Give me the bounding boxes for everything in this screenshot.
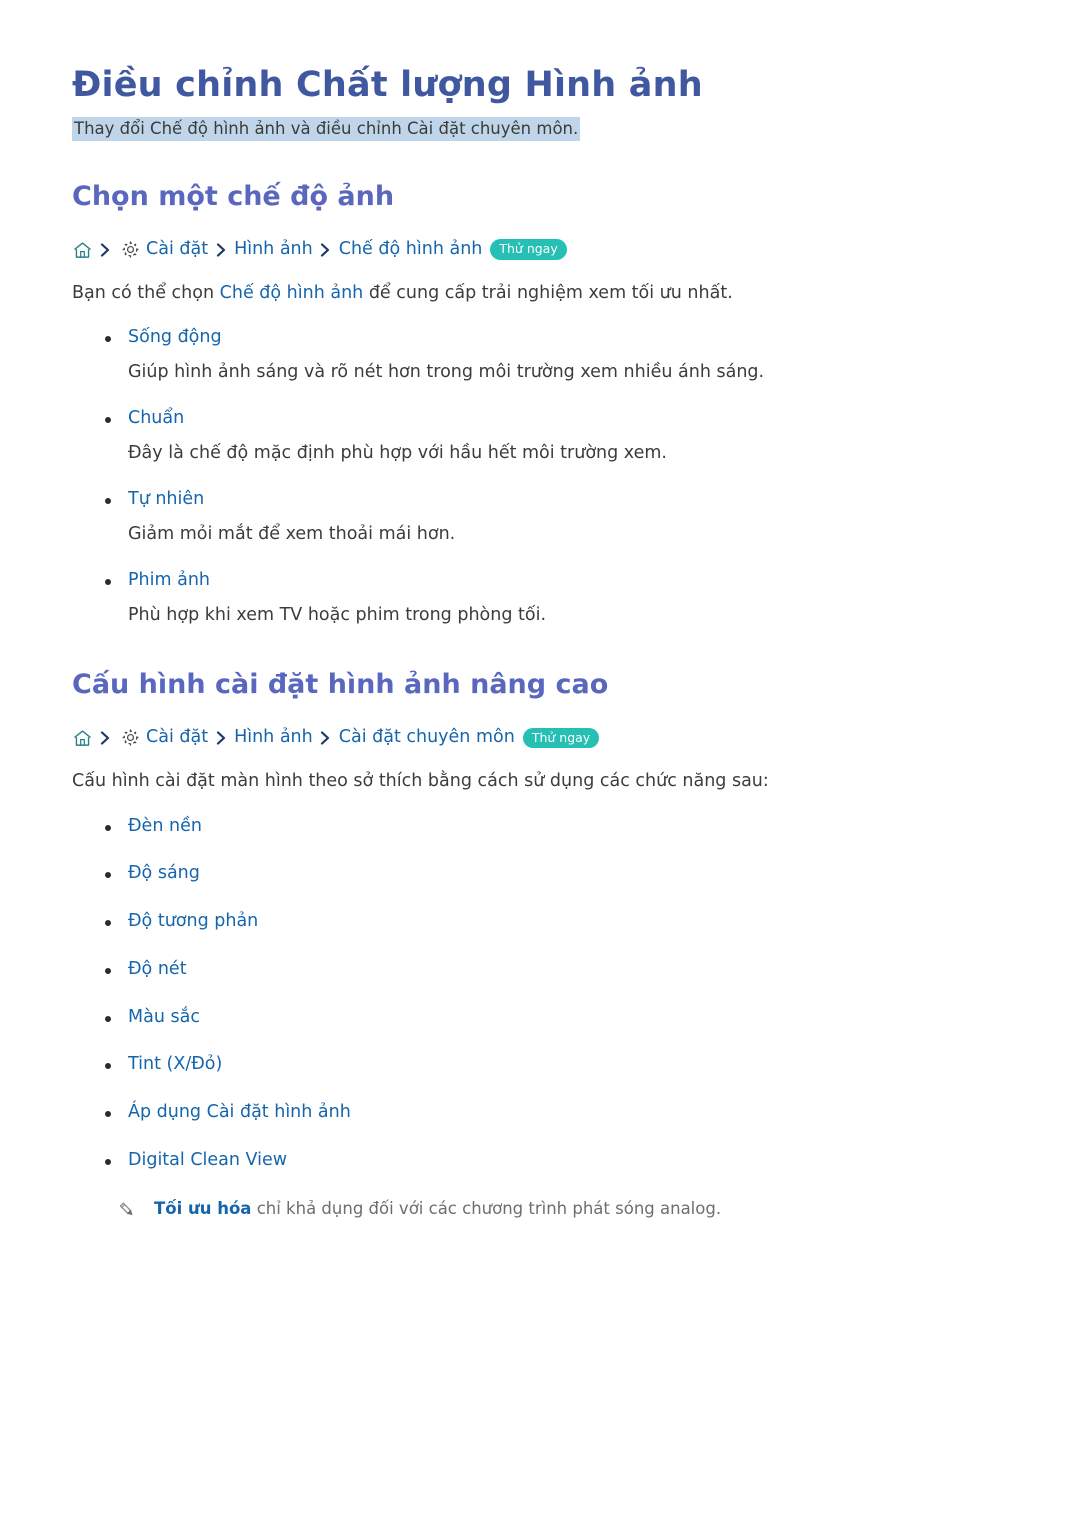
note-body: chỉ khả dụng đối với các chương trình ph…	[251, 1198, 722, 1218]
breadcrumb-item-picture-mode[interactable]: Chế độ hình ảnh	[339, 240, 483, 259]
intro-text-after: để cung cấp trải nghiệm xem tối ưu nhất.	[363, 283, 733, 304]
breadcrumb-item-settings[interactable]: Cài đặt	[146, 729, 208, 747]
intro-text-before: Bạn có thể chọn	[72, 283, 220, 304]
chevron-right-icon	[98, 730, 112, 746]
breadcrumb-item-picture[interactable]: Hình ảnh	[234, 729, 313, 747]
list-item-term[interactable]: Sống động	[122, 326, 222, 350]
list-item-label[interactable]: Độ nét	[122, 958, 187, 981]
list-item-label[interactable]: Áp dụng Cài đặt hình ảnh	[122, 1101, 351, 1124]
bullet-icon	[72, 824, 122, 831]
bullet-icon	[72, 498, 122, 505]
section-intro-paragraph: Cấu hình cài đặt màn hình theo sở thích …	[72, 768, 1010, 794]
bullet-icon	[72, 1111, 122, 1118]
list-item: Phim ảnh Phù hợp khi xem TV hoặc phim tr…	[72, 569, 1010, 628]
breadcrumb-item-picture[interactable]: Hình ảnh	[234, 240, 313, 259]
chevron-right-icon	[214, 730, 228, 746]
list-item-label[interactable]: Độ tương phản	[122, 910, 258, 933]
list-item-description: Phù hợp khi xem TV hoặc phim trong phòng…	[128, 604, 547, 625]
document-page: Điều chỉnh Chất lượng Hình ảnh Thay đổi …	[0, 0, 1080, 1527]
page-title: Điều chỉnh Chất lượng Hình ảnh	[72, 65, 703, 105]
list-item-term[interactable]: Tự nhiên	[122, 488, 204, 512]
list-item[interactable]: Màu sắc	[72, 1006, 1010, 1029]
section-choose-picture-mode: Chọn một chế độ ảnh Cài đặt Hình ảnh Chế…	[72, 180, 1010, 628]
breadcrumb[interactable]: Cài đặt Hình ảnh Cài đặt chuyên môn Thử …	[72, 727, 1010, 749]
section-heading: Cấu hình cài đặt hình ảnh nâng cao	[72, 668, 609, 700]
pencil-icon	[116, 1198, 138, 1222]
list-item-term[interactable]: Phim ảnh	[122, 569, 210, 593]
bullet-icon	[72, 1015, 122, 1022]
section-advanced-picture-settings: Cấu hình cài đặt hình ảnh nâng cao Cài đ…	[72, 668, 1010, 1222]
list-item[interactable]: Digital Clean View	[72, 1149, 1010, 1172]
list-item: Tự nhiên Giảm mỏi mắt để xem thoải mái h…	[72, 488, 1010, 547]
list-item-description: Giúp hình ảnh sáng và rõ nét hơn trong m…	[128, 361, 765, 382]
bullet-icon	[72, 872, 122, 879]
intro-text-before: Cấu hình cài đặt màn hình theo sở thích …	[72, 771, 769, 792]
page-subtitle: Thay đổi Chế độ hình ảnh và điều chỉnh C…	[72, 117, 581, 141]
try-now-badge[interactable]: Thử ngay	[522, 727, 600, 749]
section-heading: Chọn một chế độ ảnh	[72, 180, 395, 212]
list-item-description: Giảm mỏi mắt để xem thoải mái hơn.	[128, 523, 456, 544]
list-item[interactable]: Độ tương phản	[72, 910, 1010, 933]
home-icon[interactable]	[72, 728, 92, 748]
breadcrumb-item-expert-settings[interactable]: Cài đặt chuyên môn	[339, 729, 515, 747]
bullet-icon	[72, 417, 122, 424]
list-item-term-row: Tự nhiên	[72, 488, 1010, 512]
section-intro-paragraph: Bạn có thể chọn Chế độ hình ảnh để cung …	[72, 280, 1010, 306]
list-item: Sống động Giúp hình ảnh sáng và rõ nét h…	[72, 326, 1010, 385]
gear-icon[interactable]	[120, 240, 140, 260]
home-icon[interactable]	[72, 240, 92, 260]
list-item-description: Đây là chế độ mặc định phù hợp với hầu h…	[128, 442, 667, 463]
list-item-term-row: Phim ảnh	[72, 569, 1010, 593]
note-emphasis[interactable]: Tối ưu hóa	[154, 1199, 251, 1218]
try-now-badge[interactable]: Thử ngay	[490, 239, 567, 261]
list-item[interactable]: Độ sáng	[72, 862, 1010, 885]
note: Tối ưu hóa chỉ khả dụng đối với các chươ…	[72, 1197, 1010, 1222]
list-item[interactable]: Đèn nền	[72, 815, 1010, 838]
chevron-right-icon	[98, 242, 112, 258]
breadcrumb-item-settings[interactable]: Cài đặt	[146, 240, 208, 259]
page-subtitle-container: Thay đổi Chế độ hình ảnh và điều chỉnh C…	[72, 116, 1010, 142]
list-item-label[interactable]: Tint (X/Đỏ)	[122, 1053, 222, 1076]
breadcrumb[interactable]: Cài đặt Hình ảnh Chế độ hình ảnh Thử nga…	[72, 239, 1010, 261]
bullet-icon	[72, 336, 122, 343]
advanced-settings-list: Đèn nền Độ sáng Độ tương phản Độ nét Màu…	[72, 815, 1010, 1172]
list-item-label[interactable]: Digital Clean View	[122, 1149, 287, 1172]
bullet-icon	[72, 920, 122, 927]
bullet-icon	[72, 578, 122, 585]
chevron-right-icon	[214, 242, 228, 258]
list-item[interactable]: Độ nét	[72, 958, 1010, 981]
list-item[interactable]: Áp dụng Cài đặt hình ảnh	[72, 1101, 1010, 1124]
list-item-term-row: Sống động	[72, 326, 1010, 350]
intro-emphasis-link[interactable]: Chế độ hình ảnh	[220, 283, 364, 303]
chevron-right-icon	[319, 242, 333, 258]
list-item-term-row: Chuẩn	[72, 407, 1010, 431]
list-item: Chuẩn Đây là chế độ mặc định phù hợp với…	[72, 407, 1010, 466]
list-item-label[interactable]: Màu sắc	[122, 1006, 200, 1029]
list-item[interactable]: Tint (X/Đỏ)	[72, 1053, 1010, 1076]
picture-mode-list: Sống động Giúp hình ảnh sáng và rõ nét h…	[72, 326, 1010, 628]
chevron-right-icon	[319, 730, 333, 746]
gear-icon[interactable]	[120, 728, 140, 748]
list-item-label[interactable]: Đèn nền	[122, 815, 202, 838]
bullet-icon	[72, 1158, 122, 1165]
bullet-icon	[72, 967, 122, 974]
list-item-label[interactable]: Độ sáng	[122, 862, 200, 885]
bullet-icon	[72, 1063, 122, 1070]
note-text: Tối ưu hóa chỉ khả dụng đối với các chươ…	[148, 1197, 721, 1221]
list-item-term[interactable]: Chuẩn	[122, 407, 184, 431]
